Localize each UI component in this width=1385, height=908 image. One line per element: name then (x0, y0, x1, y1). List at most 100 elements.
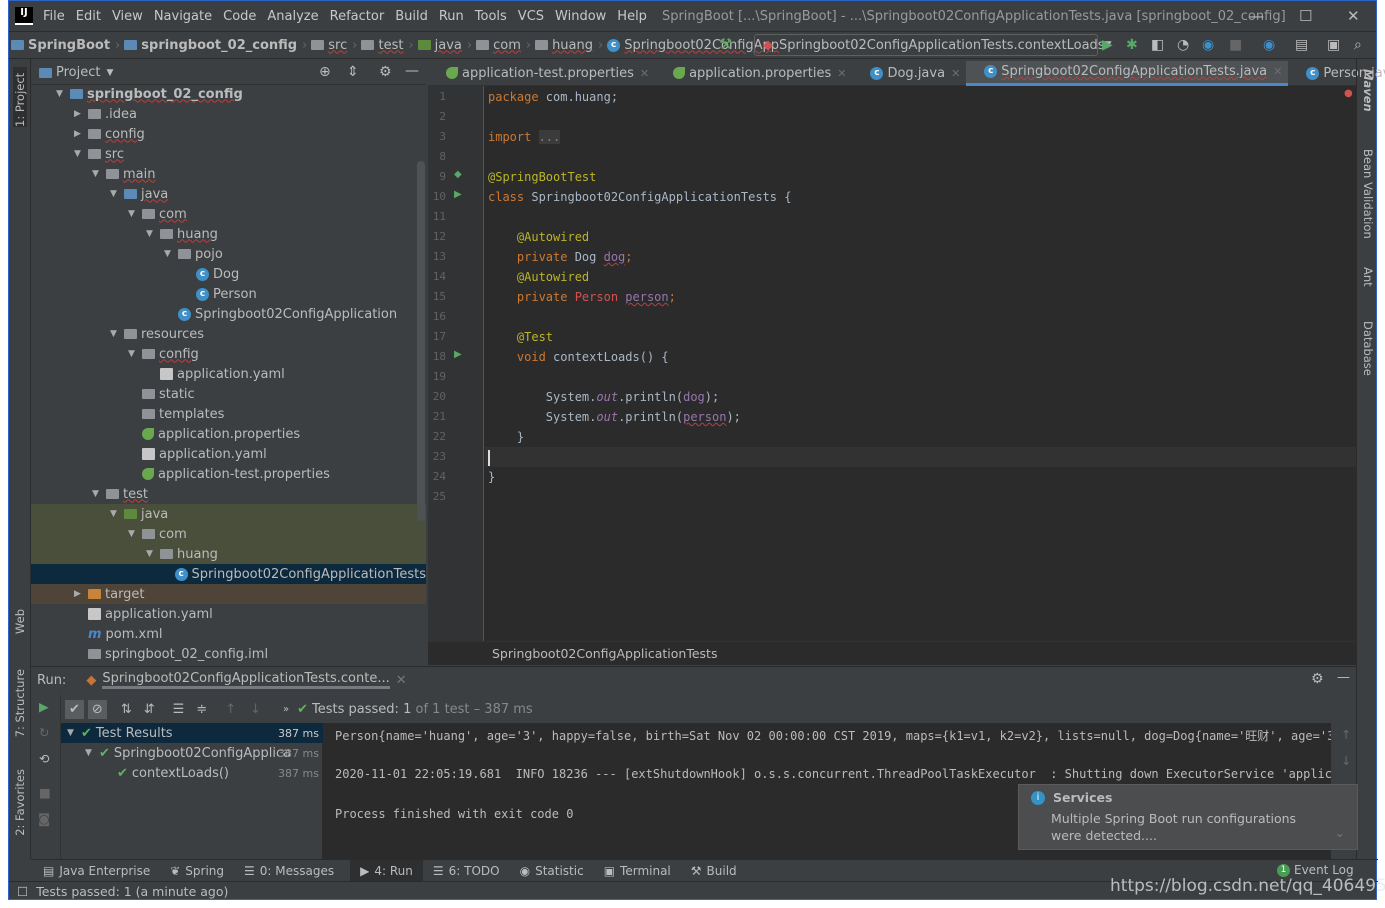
tool-structure[interactable]: 7: Structure (13, 669, 27, 737)
tool-button--messages[interactable]: ☰ 0: Messages (234, 860, 344, 882)
expand-arrow-icon[interactable]: ▼ (110, 189, 124, 199)
run-icon[interactable]: ▶ (1102, 37, 1113, 53)
menu-run[interactable]: Run (439, 9, 464, 24)
tool-button-spring[interactable]: ❦ Spring (160, 860, 234, 882)
expand-arrow-icon[interactable]: ▼ (146, 229, 160, 239)
breadcrumb-item[interactable]: huang › (535, 38, 603, 53)
tree-item[interactable]: application-test.properties (31, 464, 426, 484)
close-tab-icon[interactable]: ✕ (951, 67, 960, 80)
menu-file[interactable]: File (43, 9, 65, 24)
tree-item[interactable]: ▶ config (31, 124, 426, 144)
expand-all-icon[interactable]: ☰ (173, 702, 185, 717)
more-icon[interactable]: » (283, 704, 289, 715)
event-log-button[interactable]: 1 Event Log (1277, 863, 1354, 877)
show-passed-icon[interactable]: ✔ (65, 699, 84, 719)
tree-item[interactable]: application.properties (31, 424, 426, 444)
tree-item[interactable]: ▼ huang (31, 544, 426, 564)
tree-item[interactable]: ▼ config (31, 344, 426, 364)
tree-item[interactable]: ▼ springboot_02_config (31, 84, 426, 104)
expand-arrow-icon[interactable]: ▼ (92, 169, 106, 179)
profile-icon[interactable]: ◔ (1177, 37, 1189, 53)
collapse-arrow-icon[interactable]: ▶ (74, 129, 88, 139)
expand-arrow-icon[interactable]: ▼ (128, 529, 142, 539)
editor-breadcrumb[interactable]: Springboot02ConfigApplicationTests (428, 641, 1356, 665)
menu-analyze[interactable]: Analyze (267, 9, 318, 24)
scroll-up-icon[interactable]: ↑ (1341, 727, 1351, 742)
tree-item[interactable]: ▼ com (31, 524, 426, 544)
expand-arrow-icon[interactable]: ▼ (74, 149, 88, 159)
run-gutter-icon[interactable]: ▶ (454, 189, 462, 200)
tree-item[interactable]: ▼ main (31, 164, 426, 184)
rerun-failed-icon[interactable]: ↻ (39, 725, 49, 740)
error-indicator-icon[interactable]: ● (1344, 88, 1353, 99)
run-tab[interactable]: Springboot02ConfigApplicationTests.conte… (102, 671, 390, 689)
tool-favorites[interactable]: 2: Favorites (13, 769, 27, 836)
maximize-icon[interactable]: ☐ (1299, 7, 1312, 25)
coverage-icon[interactable]: ◧ (1151, 37, 1164, 53)
breadcrumb-item[interactable]: springboot_02_config › (124, 38, 307, 53)
test-tree-item[interactable]: ▼ ✔ Test Results 387 ms (61, 723, 323, 743)
screenshot-icon[interactable]: ◙ (38, 811, 50, 826)
expand-arrow-icon[interactable]: ▼ (92, 489, 106, 499)
breadcrumb-item[interactable]: java › (417, 38, 472, 53)
expand-arrow-icon[interactable]: ▼ (146, 549, 160, 559)
gear-icon[interactable]: ⚙ (1311, 671, 1324, 687)
breadcrumb-item[interactable]: src › (311, 38, 357, 53)
tool-button--todo[interactable]: ☰ 6: TODO (423, 860, 510, 882)
tree-item[interactable]: m pom.xml (31, 624, 426, 644)
terminal-window-icon[interactable]: ▣ (1327, 37, 1340, 53)
breadcrumb-item[interactable]: com › (476, 38, 531, 53)
expand-arrow-icon[interactable]: ▼ (128, 349, 142, 359)
menu-navigate[interactable]: Navigate (154, 9, 212, 24)
expand-arrow-icon[interactable]: ▼ (164, 249, 178, 259)
show-ignored-icon[interactable]: ⊘ (87, 699, 107, 719)
tool-button-java-enterprise[interactable]: ▤ Java Enterprise (33, 860, 160, 882)
menu-help[interactable]: Help (617, 9, 647, 24)
menu-refactor[interactable]: Refactor (330, 9, 385, 24)
expand-chevron-icon[interactable]: ⌄ (1335, 825, 1345, 840)
tree-item[interactable]: ▶ target (31, 584, 426, 604)
stop-icon[interactable]: ■ (1229, 37, 1242, 53)
tree-item[interactable]: ▼ pojo (31, 244, 426, 264)
tree-item[interactable]: ▶ .idea (31, 104, 426, 124)
tool-button-terminal[interactable]: ▣ Terminal (594, 860, 681, 882)
tool-button-statistic[interactable]: ◉ Statistic (510, 860, 594, 882)
hide-icon[interactable]: — (1337, 670, 1350, 685)
statistic-icon[interactable]: ◉ (1202, 37, 1214, 53)
sort-alpha-icon[interactable]: ⇅ (121, 702, 132, 717)
next-icon[interactable]: ↓ (250, 702, 261, 717)
tool-maven[interactable]: Maven (1361, 69, 1375, 112)
collapse-arrow-icon[interactable]: ▶ (74, 109, 88, 119)
gear-icon[interactable]: ⚙ (379, 64, 392, 80)
update-icon[interactable]: ◉ (1263, 37, 1275, 53)
services-notification[interactable]: i Services Multiple Spring Boot run confi… (1018, 784, 1358, 850)
tree-item[interactable]: c Springboot02ConfigApplication (31, 304, 426, 324)
tree-item[interactable]: ▼ java (31, 184, 426, 204)
expand-arrow-icon[interactable]: ▼ (85, 748, 99, 758)
menu-vcs[interactable]: VCS (518, 9, 544, 24)
tree-item[interactable]: c Springboot02ConfigApplicationTests (31, 564, 426, 584)
tree-item[interactable]: c Person (31, 284, 426, 304)
tree-item[interactable]: ▼ java (31, 504, 426, 524)
sort-duration-icon[interactable]: ⇵ (144, 702, 155, 717)
collapse-all-icon[interactable]: ≑ (196, 702, 207, 717)
stop-icon[interactable]: ■ (39, 785, 51, 800)
run-gutter-icon[interactable]: ◆ (454, 169, 462, 180)
test-tree-item[interactable]: ▼ ✔ Springboot02ConfigApplica 387 ms (61, 743, 323, 763)
expand-arrow-icon[interactable]: ▼ (128, 209, 142, 219)
breadcrumb-item[interactable]: SpringBoot › (11, 38, 120, 53)
tree-item[interactable]: ▼ com (31, 204, 426, 224)
expand-arrow-icon[interactable]: ▼ (110, 329, 124, 339)
tool-project[interactable]: 1: Project (13, 67, 27, 127)
menu-window[interactable]: Window (555, 9, 606, 24)
close-tab-icon[interactable]: ✕ (837, 67, 846, 80)
tool-button-build[interactable]: ⚒ Build (681, 860, 747, 882)
tree-item[interactable]: ▼ huang (31, 224, 426, 244)
close-tab-icon[interactable]: ✕ (1273, 65, 1282, 78)
debug-icon[interactable]: ✱ (1126, 37, 1138, 53)
tool-bean-validation[interactable]: Bean Validation (1361, 149, 1375, 239)
locate-icon[interactable]: ⊕ (319, 64, 331, 80)
tree-item[interactable]: ▼ test (31, 484, 426, 504)
editor-tab[interactable]: application-test.properties ✕ (428, 61, 655, 86)
collapse-all-icon[interactable]: ⇕ (347, 64, 359, 80)
